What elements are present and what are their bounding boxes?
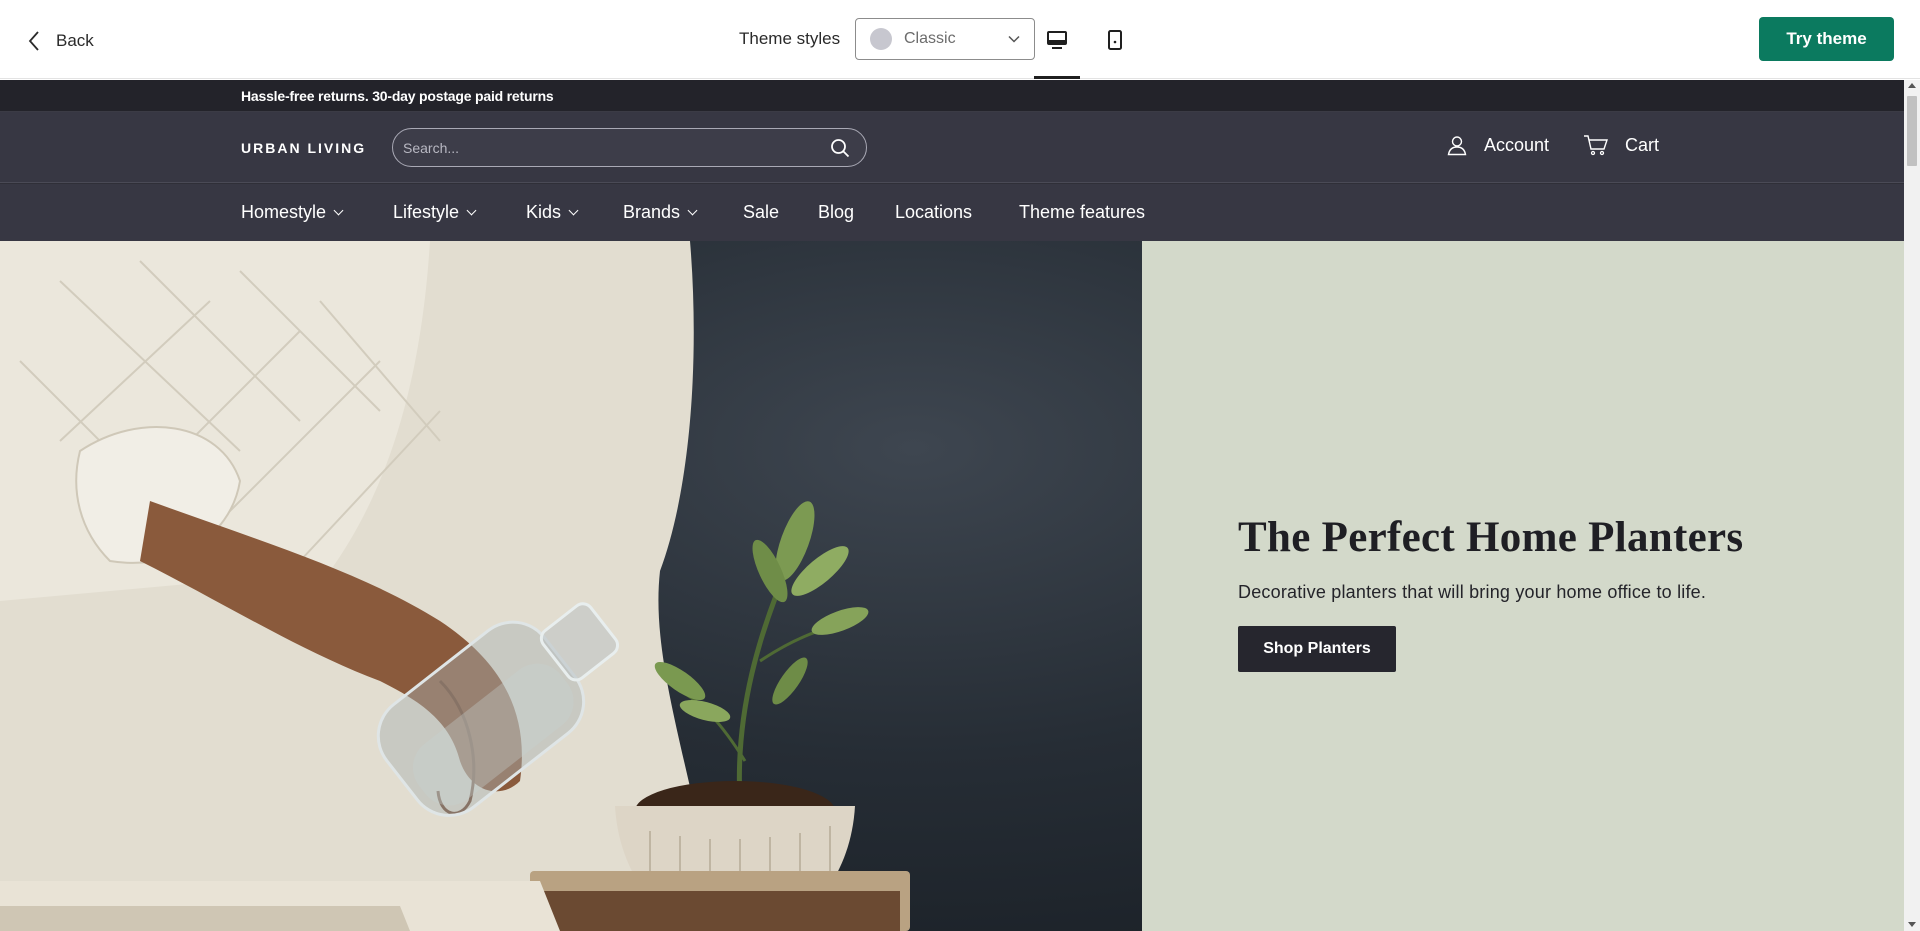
chevron-left-icon — [28, 31, 39, 51]
chevron-down-icon — [466, 205, 477, 216]
chevron-down-icon — [333, 205, 344, 216]
hero-subtitle: Decorative planters that will bring your… — [1238, 582, 1707, 602]
theme-styles-label: Theme styles — [739, 29, 841, 48]
hero-section: The Perfect Home Planters Decorative pla… — [0, 241, 1904, 931]
chevron-down-icon — [1008, 35, 1020, 43]
store-preview-frame: Hassle-free returns. 30-day postage paid… — [0, 80, 1904, 931]
hero-illustration — [0, 241, 910, 931]
nav-item-label: Sale — [743, 202, 780, 222]
search-icon[interactable] — [830, 138, 850, 158]
cart-link[interactable]: Cart — [1583, 134, 1659, 156]
scroll-down-arrow-icon[interactable] — [1908, 922, 1916, 927]
back-label: Back — [56, 31, 94, 50]
nav-item-label: Locations — [895, 202, 973, 222]
theme-style-select[interactable]: Classic — [855, 18, 1035, 60]
nav-item-label: Brands — [623, 202, 681, 222]
style-swatch — [870, 28, 892, 50]
nav-item-sale[interactable]: Sale — [743, 202, 779, 223]
hero-image — [0, 241, 1142, 931]
chevron-down-icon — [687, 205, 698, 216]
theme-style-value: Classic — [904, 30, 956, 47]
nav-item-label: Lifestyle — [393, 202, 460, 222]
nav-item-lifestyle[interactable]: Lifestyle — [393, 202, 477, 223]
search-input[interactable] — [403, 139, 830, 156]
nav-item-label: Blog — [818, 202, 855, 222]
nav-item-label: Theme features — [1019, 202, 1146, 222]
main-nav: Homestyle Lifestyle Kids Brands Sale Blo… — [0, 184, 1904, 241]
nav-item-homestyle[interactable]: Homestyle — [241, 202, 344, 223]
hero-text-panel: The Perfect Home Planters Decorative pla… — [1142, 241, 1904, 931]
nav-item-label: Homestyle — [241, 202, 327, 222]
nav-item-theme-features[interactable]: Theme features — [1019, 202, 1145, 223]
cart-label: Cart — [1625, 134, 1660, 155]
desktop-icon — [1047, 31, 1067, 49]
nav-item-brands[interactable]: Brands — [623, 202, 698, 223]
announcement-bar: Hassle-free returns. 30-day postage paid… — [0, 80, 1904, 112]
nav-item-label: Kids — [526, 202, 562, 222]
account-label: Account — [1484, 134, 1550, 155]
announcement-text: Hassle-free returns. 30-day postage paid… — [241, 88, 554, 104]
cart-icon — [1584, 135, 1608, 156]
store-header: URBAN LIVING Account Cart — [0, 112, 1904, 183]
mobile-icon — [1108, 30, 1122, 50]
account-link[interactable]: Account — [1446, 134, 1549, 156]
nav-item-kids[interactable]: Kids — [526, 202, 579, 223]
preview-scrollbar[interactable] — [1904, 80, 1920, 931]
chevron-down-icon — [568, 205, 579, 216]
back-button[interactable]: Back — [28, 24, 94, 58]
scroll-up-arrow-icon[interactable] — [1908, 83, 1916, 88]
shop-planters-button[interactable]: Shop Planters — [1238, 626, 1396, 672]
desktop-view-button[interactable] — [1034, 20, 1080, 79]
search-box[interactable] — [392, 128, 867, 167]
scroll-thumb[interactable] — [1907, 96, 1917, 166]
store-logo[interactable]: URBAN LIVING — [241, 140, 366, 156]
user-icon — [1447, 136, 1467, 156]
nav-item-blog[interactable]: Blog — [818, 202, 854, 223]
mobile-view-button[interactable] — [1092, 20, 1138, 60]
try-theme-button[interactable]: Try theme — [1759, 17, 1894, 61]
theme-preview-bar: Back Theme styles Classic Try theme — [0, 0, 1920, 79]
hero-title: The Perfect Home Planters — [1238, 514, 1744, 561]
nav-item-locations[interactable]: Locations — [895, 202, 972, 223]
